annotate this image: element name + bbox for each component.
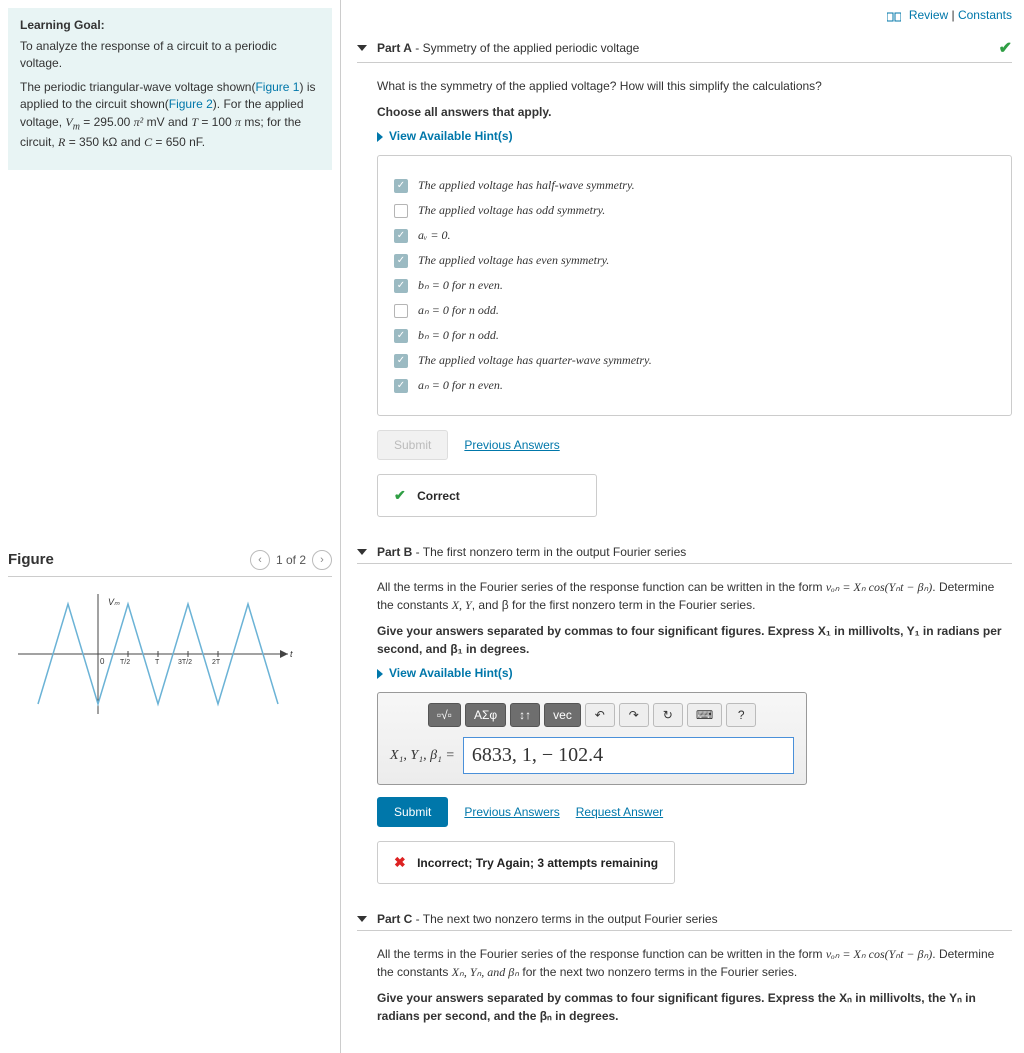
tb-undo-button[interactable]: ↶ <box>585 703 615 727</box>
choice-row[interactable]: ✓bₙ = 0 for n even. <box>394 278 995 293</box>
previous-answers-a[interactable]: Previous Answers <box>464 438 559 452</box>
figure-counter: 1 of 2 <box>276 553 306 567</box>
submit-a-button: Submit <box>377 430 448 460</box>
previous-answers-b[interactable]: Previous Answers <box>464 805 559 819</box>
part-c-header[interactable]: Part C - The next two nonzero terms in t… <box>357 912 1012 931</box>
svg-text:Vₘ: Vₘ <box>108 597 120 607</box>
svg-text:3T/2: 3T/2 <box>178 659 192 666</box>
part-c: Part C - The next two nonzero terms in t… <box>357 912 1012 1025</box>
svg-text:T: T <box>155 659 160 666</box>
choose-instruction: Choose all answers that apply. <box>377 103 1012 121</box>
feedback-b: ✖ Incorrect; Try Again; 3 attempts remai… <box>377 841 675 884</box>
feedback-a: ✔ Correct <box>377 474 597 517</box>
tb-greek-button[interactable]: ΑΣφ <box>465 703 506 727</box>
checkbox-icon[interactable] <box>394 304 408 318</box>
choice-row[interactable]: The applied voltage has odd symmetry. <box>394 203 995 218</box>
svg-text:0: 0 <box>100 657 105 666</box>
part-a: Part A - Symmetry of the applied periodi… <box>357 38 1012 517</box>
view-hints-a[interactable]: View Available Hint(s) <box>377 129 1012 143</box>
part-a-question: What is the symmetry of the applied volt… <box>377 77 1012 95</box>
answer-input[interactable]: 6833, 1, − 102.4 <box>463 737 794 774</box>
checkbox-icon[interactable]: ✓ <box>394 354 408 368</box>
caret-right-icon <box>377 669 383 679</box>
learning-goal-box: Learning Goal: To analyze the response o… <box>8 8 332 170</box>
tb-help-button[interactable]: ? <box>726 703 756 727</box>
figure-2-link[interactable]: Figure 2 <box>169 97 213 111</box>
part-b-header[interactable]: Part B - The first nonzero term in the o… <box>357 545 1012 564</box>
checkbox-icon[interactable]: ✓ <box>394 279 408 293</box>
choices-box: ✓The applied voltage has half-wave symme… <box>377 155 1012 416</box>
view-hints-b[interactable]: View Available Hint(s) <box>377 666 1012 680</box>
part-a-header[interactable]: Part A - Symmetry of the applied periodi… <box>357 38 1012 63</box>
choice-row[interactable]: ✓bₙ = 0 for n odd. <box>394 328 995 343</box>
review-link[interactable]: Review <box>909 8 948 22</box>
figure-title: Figure <box>8 551 54 568</box>
choice-row[interactable]: ✓aᵥ = 0. <box>394 228 995 243</box>
book-icon <box>887 11 901 21</box>
choice-row[interactable]: ✓The applied voltage has even symmetry. <box>394 253 995 268</box>
caret-down-icon <box>357 45 367 51</box>
check-icon: ✔ <box>394 487 406 503</box>
choice-row[interactable]: ✓The applied voltage has half-wave symme… <box>394 178 995 193</box>
x-icon: ✖ <box>394 854 406 870</box>
caret-down-icon <box>357 916 367 922</box>
checkbox-icon[interactable]: ✓ <box>394 179 408 193</box>
tb-fraction-button[interactable]: ▫√▫ <box>428 703 461 727</box>
svg-text:2T: 2T <box>212 659 221 666</box>
answer-label: X₁, Y₁, β₁ = <box>390 748 455 764</box>
figure-1-svg: Vₘ t 0 T/2 T 3T/2 2T <box>8 589 298 719</box>
checkbox-icon[interactable]: ✓ <box>394 379 408 393</box>
figure-prev-button[interactable]: ‹ <box>250 550 270 570</box>
caret-down-icon <box>357 549 367 555</box>
choice-row[interactable]: aₙ = 0 for n odd. <box>394 303 995 318</box>
request-answer-b[interactable]: Request Answer <box>576 805 663 819</box>
part-c-question: All the terms in the Fourier series of t… <box>377 945 1012 981</box>
part-b-question: All the terms in the Fourier series of t… <box>377 578 1012 614</box>
tb-reset-button[interactable]: ↻ <box>653 703 683 727</box>
choice-row[interactable]: ✓aₙ = 0 for n even. <box>394 378 995 393</box>
figure-1-link[interactable]: Figure 1 <box>255 80 299 94</box>
svg-text:T/2: T/2 <box>120 659 130 666</box>
tb-redo-button[interactable]: ↷ <box>619 703 649 727</box>
checkbox-icon[interactable]: ✓ <box>394 254 408 268</box>
checkbox-icon[interactable]: ✓ <box>394 229 408 243</box>
part-c-instruction: Give your answers separated by commas to… <box>377 989 1012 1025</box>
tb-subsup-button[interactable]: ↕↑ <box>510 703 540 727</box>
caret-right-icon <box>377 132 383 142</box>
answer-input-frame: ▫√▫ ΑΣφ ↕↑ vec ↶ ↷ ↻ ⌨ ? X₁, Y₁, β₁ = 68… <box>377 692 807 785</box>
learning-goal-p2: The periodic triangular-wave voltage sho… <box>20 79 320 152</box>
learning-goal-heading: Learning Goal: <box>20 18 320 32</box>
math-toolbar: ▫√▫ ΑΣφ ↕↑ vec ↶ ↷ ↻ ⌨ ? <box>390 703 794 727</box>
svg-text:t: t <box>290 649 293 659</box>
checkbox-icon[interactable] <box>394 204 408 218</box>
figure-next-button[interactable]: › <box>312 550 332 570</box>
checkbox-icon[interactable]: ✓ <box>394 329 408 343</box>
constants-link[interactable]: Constants <box>958 8 1012 22</box>
tb-keyboard-button[interactable]: ⌨ <box>687 703 722 727</box>
check-icon: ✔ <box>999 38 1012 58</box>
choice-row[interactable]: ✓The applied voltage has quarter-wave sy… <box>394 353 995 368</box>
learning-goal-p1: To analyze the response of a circuit to … <box>20 38 320 73</box>
tb-vec-button[interactable]: vec <box>544 703 581 727</box>
submit-b-button[interactable]: Submit <box>377 797 448 827</box>
part-b: Part B - The first nonzero term in the o… <box>357 545 1012 884</box>
part-b-instruction: Give your answers separated by commas to… <box>377 622 1012 658</box>
